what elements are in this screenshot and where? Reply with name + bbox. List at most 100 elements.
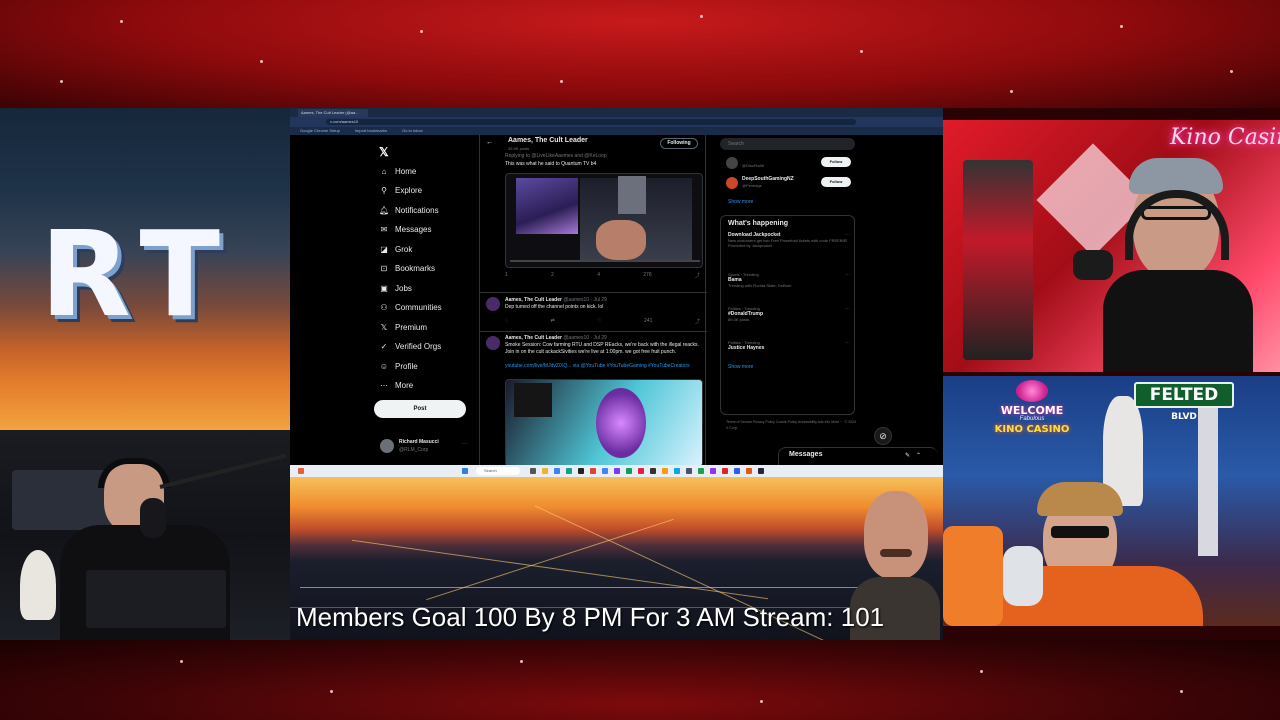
tweet-link[interactable]: youtube.com/live/MJdvZiXQ... via @YouTub…	[505, 363, 700, 370]
follow-button[interactable]: Follow	[821, 177, 851, 187]
premium-icon: 𝕏	[380, 322, 388, 332]
browser-tab[interactable]: Aames, The Cult Leader (@aa...	[298, 109, 368, 117]
video-progress[interactable]	[510, 260, 700, 262]
taskbar-app-icon[interactable]	[650, 468, 656, 474]
taskbar-search[interactable]: Search	[476, 467, 520, 475]
taskbar-app-icon[interactable]	[734, 468, 740, 474]
tweet-author[interactable]: Aames, The Cult Leader	[505, 335, 562, 341]
tweet-thumbnail[interactable]	[505, 379, 703, 465]
nav-item-more[interactable]: ⋯ More	[379, 377, 413, 395]
taskbar-app-icon[interactable]	[602, 468, 608, 474]
more-icon[interactable]: ⋯	[845, 272, 850, 278]
tweet[interactable]: Aames, The Cult Leader @aames10 · Jul 29…	[480, 292, 707, 325]
like-count[interactable]: 4	[597, 272, 600, 279]
host-cap	[1129, 158, 1223, 194]
nav-item-communities[interactable]: ⚇ Communities	[379, 299, 441, 317]
trend-title: Justice Haynes	[728, 345, 765, 351]
address-bar[interactable]: x.com/aames10	[326, 119, 856, 125]
taskbar-app-icon[interactable]	[758, 468, 764, 474]
view-count[interactable]: 241	[644, 318, 652, 325]
profile-header: ← Aames, The Cult Leader 35.9K posts Fol…	[480, 135, 707, 153]
weather-icon[interactable]	[298, 468, 304, 474]
anime-figure	[596, 388, 646, 458]
grok-icon[interactable]: ⊘	[874, 427, 892, 445]
search-input[interactable]: Search	[720, 138, 855, 150]
show-more-link[interactable]: Show more	[728, 364, 753, 370]
taskbar-app-icon[interactable]	[710, 468, 716, 474]
tweet[interactable]: Aames, The Cult Leader @aames10 · Jul 29…	[480, 331, 707, 465]
trend-item[interactable]: Download Jackpocket New customers get tw…	[728, 232, 850, 248]
x-logo-icon[interactable]: 𝕏	[379, 145, 389, 159]
like-icon[interactable]: ♡	[597, 318, 601, 325]
trend-item[interactable]: Politics · Trending Justice Haynes ⋯	[728, 340, 850, 351]
taskbar-app-icon[interactable]	[722, 468, 728, 474]
expand-icon[interactable]: ✎⌃	[905, 452, 927, 459]
bookmark-item[interactable]: Go to Inbox	[402, 128, 423, 133]
messages-drawer[interactable]: Messages ✎⌃	[778, 447, 938, 465]
taskbar-app-icon[interactable]	[590, 468, 596, 474]
nav-item-home[interactable]: ⌂ Home	[379, 162, 417, 180]
nav-item-explore[interactable]: ⚲ Explore	[379, 182, 422, 200]
nav-item-notifications[interactable]: 🔔︎ Notifications	[379, 201, 439, 219]
bookmark-item[interactable]: Google Chrome Setup	[300, 128, 340, 133]
taskbar-app-icon[interactable]	[614, 468, 620, 474]
following-button[interactable]: Following	[660, 138, 698, 149]
star	[1120, 25, 1123, 28]
trend-item[interactable]: Politics · Trending #DonaldTrump 89.3K p…	[728, 306, 850, 322]
taskbar-app-icon[interactable]	[638, 468, 644, 474]
back-arrow-icon[interactable]: ←	[486, 139, 493, 146]
taskbar-app-icon[interactable]	[566, 468, 572, 474]
more-icon[interactable]: ⋯	[845, 340, 850, 346]
taskbar-app-icon[interactable]	[530, 468, 536, 474]
nav-item-grok[interactable]: ◪ Grok	[379, 240, 412, 258]
taskbar-app-icon[interactable]	[578, 468, 584, 474]
suggestion-avatar	[726, 157, 738, 169]
nav-item-jobs[interactable]: ▣ Jobs	[379, 279, 412, 297]
guest-head	[864, 491, 928, 579]
share-icon[interactable]: ⤴	[695, 318, 700, 325]
street-name: FELTED	[1149, 385, 1219, 405]
tweet-avatar[interactable]	[486, 336, 500, 350]
footer-links[interactable]: Terms of Service Privacy Policy Cookie P…	[726, 419, 856, 431]
communities-icon: ⚇	[380, 303, 388, 312]
kino-casino-text: KINO CASINO	[994, 424, 1070, 435]
taskbar-app-icon[interactable]	[542, 468, 548, 474]
reply-icon[interactable]: ◌	[505, 318, 508, 325]
taskbar-app-icon[interactable]	[662, 468, 668, 474]
tweet[interactable]: Replying to @LiveLikeAaemes and @KeLoop …	[480, 153, 707, 283]
tweet-author[interactable]: Aames, The Cult Leader	[505, 297, 562, 303]
retweet-count[interactable]: 2	[551, 272, 554, 279]
view-count[interactable]: 278	[643, 272, 651, 279]
taskbar-app-icon[interactable]	[698, 468, 704, 474]
nav-item-bookmarks[interactable]: ⊡ Bookmarks	[379, 260, 435, 278]
nav-item-premium[interactable]: 𝕏 Premium	[379, 318, 427, 336]
taskbar-app-icon[interactable]	[746, 468, 752, 474]
nav-item-verified-orgs[interactable]: ✓ Verified Orgs	[379, 338, 442, 356]
nav-item-profile[interactable]: ☺ Profile	[379, 357, 418, 375]
taskbar-app-icon[interactable]	[686, 468, 692, 474]
share-icon[interactable]: ⤴	[695, 272, 700, 279]
post-button[interactable]: Post	[374, 400, 466, 418]
trend-item[interactable]: Sports · Trending Bama Trending with Flo…	[728, 272, 850, 288]
show-more-link[interactable]: Show more	[728, 199, 753, 205]
account-switcher[interactable]: Richard Masucci @RLM_Corp ···	[380, 437, 475, 457]
more-icon[interactable]: ···	[462, 441, 468, 447]
tweet-video[interactable]	[505, 173, 703, 268]
x-twitter-app: 𝕏 ⌂ Home ⚲ Explore 🔔︎ Notifications ✉ Messages ◪…	[290, 135, 943, 465]
more-icon[interactable]: ⋯	[845, 232, 850, 238]
follow-suggestion[interactable]: DeepSouthGamingNZ @Pevedgs Follow	[720, 175, 855, 193]
start-icon[interactable]	[462, 468, 468, 474]
more-icon[interactable]: ⋯	[845, 306, 850, 312]
nav-item-messages[interactable]: ✉ Messages	[379, 221, 432, 239]
retweet-icon[interactable]: ⇄	[550, 318, 554, 325]
taskbar-app-icon[interactable]	[554, 468, 560, 474]
tweet-avatar[interactable]	[486, 297, 500, 311]
taskbar-app-icon[interactable]	[674, 468, 680, 474]
follow-button[interactable]: Follow	[821, 157, 851, 167]
bookmark-item[interactable]: Import bookmarks	[355, 128, 387, 133]
tweet-text: Dep turned off the channel points on kic…	[505, 304, 604, 310]
reply-count[interactable]: 1	[505, 272, 508, 279]
profile-post-count: 35.9K posts	[508, 146, 530, 151]
follow-suggestion[interactable]: @DiscFlo88 Follow	[720, 155, 855, 173]
taskbar-app-icon[interactable]	[626, 468, 632, 474]
